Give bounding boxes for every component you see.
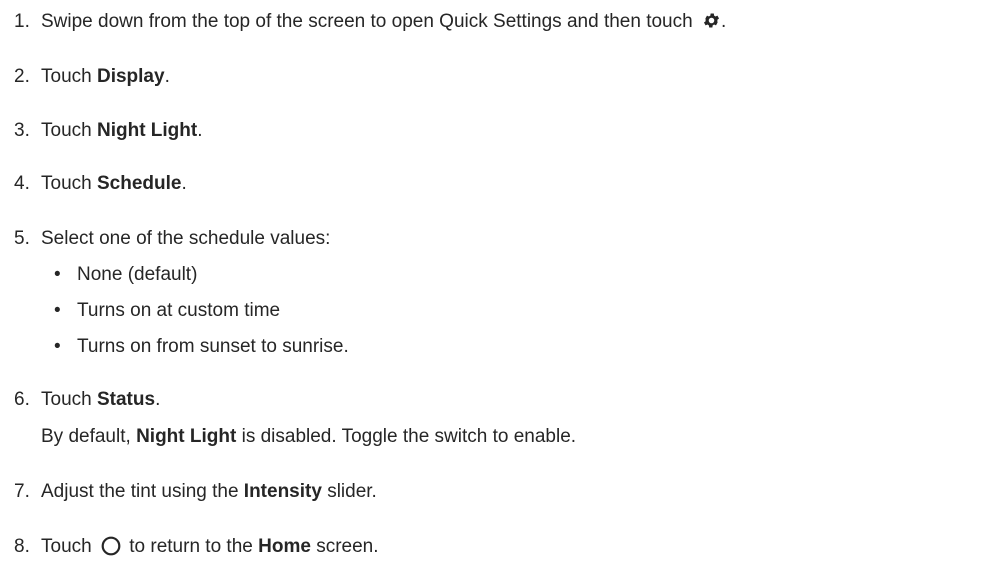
ui-term-night-light: Night Light [136,426,237,447]
step-number: 5. [14,228,30,249]
step-text-end: . [197,120,203,141]
schedule-option: • Turns on from sunset to sunrise. [54,336,349,357]
step-2: 2. Touch Display. [14,65,170,89]
schedule-option-label: None (default) [77,264,198,285]
step-number: 8. [14,536,30,557]
step-text-end: . [164,66,170,87]
step-text: Adjust the tint using the [41,481,244,502]
step-5: 5. Select one of the schedule values: [14,227,330,251]
step-8: 8. Touch to return to the Home screen. [14,535,379,559]
step-text: Touch [41,536,97,557]
step-text: Touch [41,389,97,410]
step-text-end: . [720,11,727,32]
step-number: 7. [14,481,30,502]
ui-term-schedule: Schedule [96,173,182,194]
ui-term-intensity: Intensity [243,481,322,502]
step-6: 6. Touch Status. [14,388,160,412]
step-number: 2. [14,66,30,87]
step-text: Touch [41,173,97,194]
step-text-end: screen. [310,536,379,557]
step-7: 7. Adjust the tint using the Intensity sl… [14,480,377,504]
step-text: Select one of the schedule values: [41,228,331,249]
step-1: 1. Swipe down from the top of the screen … [14,10,726,34]
home-circle-icon [101,536,121,556]
ui-term-night-light: Night Light [96,120,198,141]
step-number: 4. [14,173,30,194]
gear-icon [703,13,719,28]
step-text-end: . [181,173,187,194]
ui-term-home: Home [258,536,311,557]
step-text: Touch [41,66,97,87]
step-text: Swipe down from the top of the screen to… [41,11,698,32]
step-3: 3. Touch Night Light. [14,119,203,143]
note-text-end: is disabled. Toggle the switch to enable… [236,426,577,447]
step-number: 3. [14,120,30,141]
ui-term-display: Display [96,66,165,87]
step-text-end: slider. [321,481,377,502]
note-text: By default, [41,426,137,447]
schedule-option: • None (default) [54,264,198,285]
schedule-option-label: Turns on at custom time [77,300,281,321]
step-text-mid: to return to the [123,536,259,557]
step-text-end: . [155,389,161,410]
ui-term-status: Status [96,389,156,410]
schedule-option: • Turns on at custom time [54,300,281,321]
schedule-option-label: Turns on from sunset to sunrise. [77,336,349,357]
step-4: 4. Touch Schedule. [14,172,187,196]
step-text: Touch [41,120,97,141]
step-number: 6. [14,389,30,410]
step-number: 1. [14,11,30,32]
step-6-note: By default, Night Light is disabled. Tog… [41,425,576,449]
